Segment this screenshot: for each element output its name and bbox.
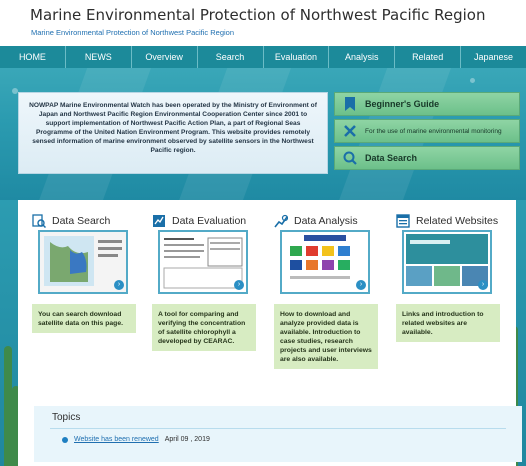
data-analysis-column: Data Analysis xyxy=(274,212,384,230)
search-icon xyxy=(343,151,357,165)
beginners-guide-label: Beginner's Guide xyxy=(365,99,440,109)
arrow-right-icon: › xyxy=(234,280,244,290)
nav-news[interactable]: NEWS xyxy=(66,46,132,68)
nav-home[interactable]: HOME xyxy=(0,46,66,68)
data-evaluation-column: Data Evaluation xyxy=(152,212,262,230)
analysis-icon xyxy=(274,214,289,228)
column-title: Related Websites xyxy=(416,215,499,227)
data-search-description: You can search download satellite data o… xyxy=(32,304,136,333)
bullet-icon xyxy=(62,436,68,443)
main-content: Data Search › You can search download sa… xyxy=(18,200,522,466)
related-websites-column: Related Websites xyxy=(396,212,506,230)
monitoring-label: For the use of marine environmental moni… xyxy=(365,127,502,135)
arrow-right-icon: › xyxy=(356,280,366,290)
divider xyxy=(50,428,506,429)
nav-evaluation[interactable]: Evaluation xyxy=(264,46,330,68)
related-websites-thumbnail[interactable]: › xyxy=(402,230,492,294)
nav-japanese[interactable]: Japanese xyxy=(461,46,526,68)
data-analysis-heading[interactable]: Data Analysis xyxy=(274,212,384,230)
monitoring-button[interactable]: For the use of marine environmental moni… xyxy=(334,119,520,143)
intro-box: NOWPAP Marine Environmental Watch has be… xyxy=(18,92,328,174)
chart-icon xyxy=(152,214,166,228)
nav-search[interactable]: Search xyxy=(198,46,264,68)
topic-item: Website has been renewed April 09 , 2019 xyxy=(62,436,210,443)
topics-section: Topics Website has been renewed April 09… xyxy=(34,406,522,462)
site-title[interactable]: Marine Environmental Protection of North… xyxy=(30,6,485,24)
data-analysis-thumbnail[interactable]: › xyxy=(280,230,370,294)
nav-overview[interactable]: Overview xyxy=(132,46,198,68)
bubble xyxy=(470,78,475,83)
data-search-button[interactable]: Data Search xyxy=(334,146,520,170)
data-search-heading[interactable]: Data Search xyxy=(32,212,142,230)
topic-link[interactable]: Website has been renewed xyxy=(74,436,159,443)
main-nav: HOME NEWS Overview Search Evaluation Ana… xyxy=(0,46,526,68)
arrow-right-icon: › xyxy=(478,280,488,290)
related-websites-description: Links and introduction to related websit… xyxy=(396,304,500,342)
site-header: Marine Environmental Protection of North… xyxy=(0,0,526,46)
data-search-label: Data Search xyxy=(365,153,418,163)
data-evaluation-heading[interactable]: Data Evaluation xyxy=(152,212,262,230)
topics-title: Topics xyxy=(52,412,81,423)
data-evaluation-thumbnail[interactable]: › xyxy=(158,230,248,294)
data-search-thumbnail[interactable]: › xyxy=(38,230,128,294)
column-title: Data Search xyxy=(52,215,111,227)
column-title: Data Analysis xyxy=(294,215,358,227)
tools-icon xyxy=(343,124,357,138)
seaweed xyxy=(4,346,12,466)
data-search-column: Data Search xyxy=(32,212,142,230)
topic-date: April 09 , 2019 xyxy=(164,436,210,443)
intro-text: NOWPAP Marine Environmental Watch has be… xyxy=(29,102,317,154)
magnifier-doc-icon xyxy=(32,214,47,229)
window-icon xyxy=(396,214,410,228)
bookmark-icon xyxy=(343,97,357,111)
column-title: Data Evaluation xyxy=(172,215,247,227)
related-websites-heading[interactable]: Related Websites xyxy=(396,212,506,230)
nav-analysis[interactable]: Analysis xyxy=(329,46,396,68)
data-analysis-description: How to download and analyze provided dat… xyxy=(274,304,378,369)
site-subtitle[interactable]: Marine Environmental Protection of North… xyxy=(31,28,234,37)
nav-related[interactable]: Related xyxy=(395,46,462,68)
beginners-guide-button[interactable]: Beginner's Guide xyxy=(334,92,520,116)
data-evaluation-description: A tool for comparing and verifying the c… xyxy=(152,304,256,351)
arrow-right-icon: › xyxy=(114,280,124,290)
